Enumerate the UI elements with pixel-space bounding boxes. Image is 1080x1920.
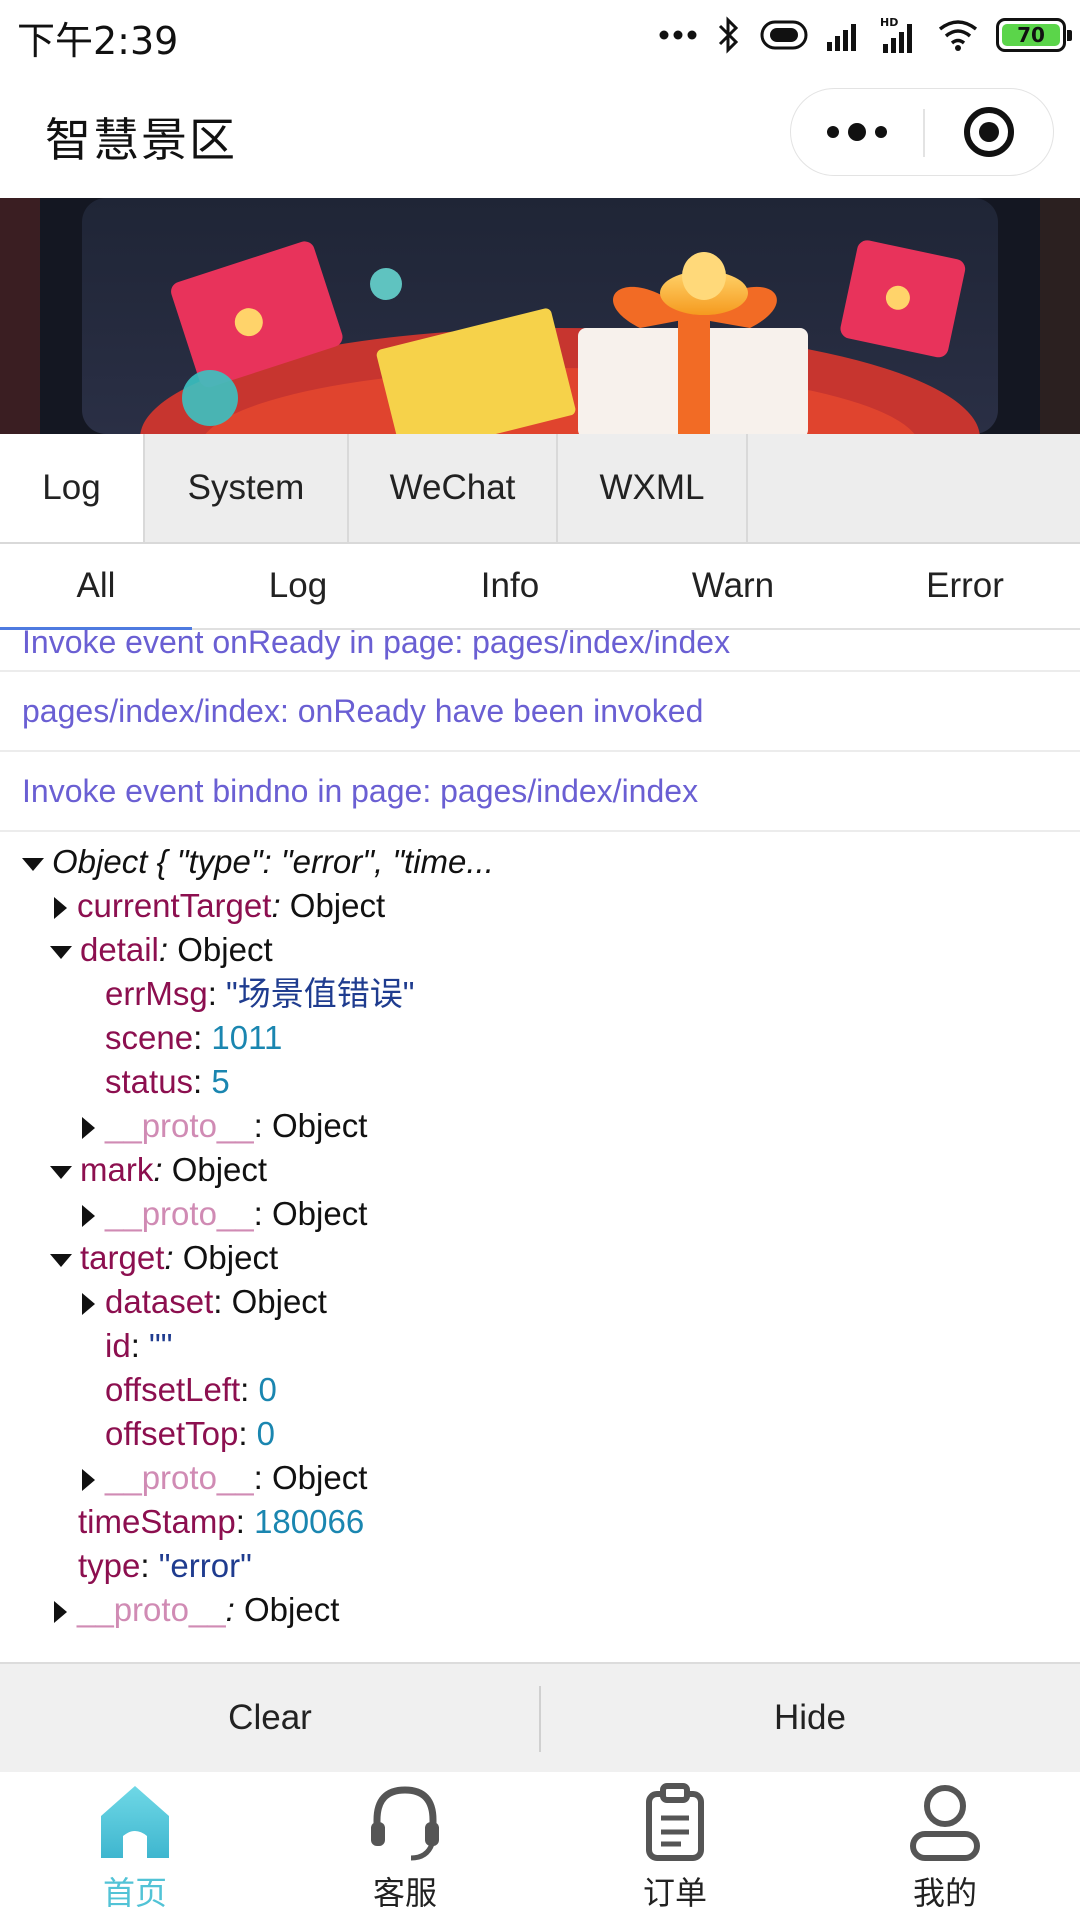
tab-log[interactable]: Log — [0, 434, 145, 542]
collapse-arrow-icon — [82, 1205, 95, 1228]
battery-level: 70 — [1002, 23, 1060, 47]
tree-leaf-scene: scene: 1011 — [105, 1019, 283, 1056]
subtab-log[interactable]: Log — [192, 544, 404, 628]
svg-text:HD: HD — [880, 16, 898, 29]
collapse-arrow-icon — [82, 1469, 95, 1492]
more-button[interactable] — [791, 89, 923, 175]
expand-arrow-icon — [50, 945, 72, 959]
tree-node-proto[interactable]: __proto__: Object — [78, 1104, 367, 1148]
hide-button[interactable]: Hide — [540, 1664, 1080, 1772]
collapse-arrow-icon — [54, 897, 67, 920]
clipboard-icon — [646, 1783, 704, 1861]
tabbar-label: 我的 — [912, 1874, 977, 1912]
tree-leaf-timeStamp: timeStamp: 180066 — [78, 1503, 365, 1540]
target-close-icon — [964, 107, 1014, 157]
tabbar-item-home[interactable]: 首页 — [0, 1772, 270, 1920]
collapse-arrow-icon — [82, 1293, 95, 1316]
tab-wxml[interactable]: WXML — [558, 434, 748, 542]
bottom-tab-bar: 首页 客服 订单 我的 — [0, 1772, 1080, 1920]
signal-hd-icon: HD — [880, 16, 912, 53]
collapse-arrow-icon — [82, 1117, 95, 1140]
home-icon — [101, 1786, 169, 1858]
vconsole-toolbar: Clear Hide — [0, 1662, 1080, 1772]
red-envelope-gift-banner — [0, 198, 1080, 434]
tree-root[interactable]: Object { "type": "error", "time... — [22, 840, 494, 884]
status-icons: HD 70 — [658, 12, 1072, 58]
tree-leaf-type: type: "error" — [78, 1547, 252, 1584]
tabbar-item-mine[interactable]: 我的 — [810, 1772, 1080, 1920]
clear-button[interactable]: Clear — [0, 1664, 540, 1772]
tree-node-detail[interactable]: detail: Object — [50, 928, 273, 972]
vconsole-log-panel[interactable]: Invoke event onReady in page: pages/inde… — [0, 630, 1080, 1662]
tree-leaf-status: status: 5 — [105, 1063, 230, 1100]
more-dots-icon — [827, 126, 839, 138]
expand-arrow-icon — [50, 1165, 72, 1179]
tree-node-proto[interactable]: __proto__: Object — [78, 1456, 367, 1500]
tab-wechat[interactable]: WeChat — [349, 434, 558, 542]
dots-icon — [659, 30, 697, 40]
status-bar: 下午2:39 HD 70 — [0, 0, 1080, 70]
tabbar-label: 订单 — [642, 1874, 707, 1912]
tab-system[interactable]: System — [145, 434, 349, 542]
battery-icon: 70 — [996, 18, 1072, 52]
vibrate-icon — [760, 20, 808, 50]
object-summary: Object { "type": "error", "time... — [52, 843, 494, 880]
subtab-info[interactable]: Info — [404, 544, 616, 628]
banner-carousel[interactable] — [0, 198, 1080, 434]
subtab-warn[interactable]: Warn — [616, 544, 850, 628]
tree-node-proto[interactable]: __proto__: Object — [78, 1192, 367, 1236]
tree-node-mark[interactable]: mark: Object — [50, 1148, 267, 1192]
menu-capsule — [790, 88, 1054, 176]
tree-node-target[interactable]: target: Object — [50, 1236, 278, 1280]
log-line: Invoke event bindno in page: pages/index… — [0, 752, 1080, 832]
expand-arrow-icon — [50, 1253, 72, 1267]
headset-icon — [371, 1786, 439, 1861]
tabbar-item-orders[interactable]: 订单 — [540, 1772, 810, 1920]
tabbar-label: 客服 — [372, 1874, 437, 1912]
tree-leaf-id: id: "" — [105, 1327, 173, 1364]
collapse-arrow-icon — [54, 1601, 67, 1624]
vconsole-tabs: Log System WeChat WXML — [0, 434, 1080, 544]
tree-node-dataset[interactable]: dataset: Object — [78, 1280, 327, 1324]
tree-leaf-offsetTop: offsetTop: 0 — [105, 1415, 276, 1452]
close-button[interactable] — [923, 89, 1055, 175]
vconsole-subtabs: All Log Info Warn Error — [0, 544, 1080, 630]
bluetooth-icon — [718, 16, 739, 54]
user-icon — [910, 1785, 980, 1861]
expand-arrow-icon — [22, 857, 44, 871]
tabbar-label: 首页 — [102, 1874, 167, 1912]
tabbar-item-service[interactable]: 客服 — [270, 1772, 540, 1920]
signal-icon — [827, 24, 856, 51]
wifi-icon — [938, 20, 978, 51]
log-line: pages/index/index: onReady have been inv… — [0, 672, 1080, 752]
subtab-error[interactable]: Error — [850, 544, 1080, 628]
log-line: Invoke event onReady in page: pages/inde… — [0, 630, 1080, 672]
tree-node-proto[interactable]: __proto__: Object — [50, 1588, 339, 1632]
nav-bar: 智慧景区 — [0, 70, 1080, 198]
subtab-all[interactable]: All — [0, 544, 192, 630]
page-title: 智慧景区 — [45, 113, 237, 167]
tree-node-currentTarget[interactable]: currentTarget: Object — [50, 884, 385, 928]
tree-leaf-offsetLeft: offsetLeft: 0 — [105, 1371, 277, 1408]
tree-leaf-errMsg: errMsg: "场景值错误" — [105, 975, 415, 1012]
status-time: 下午2:39 — [17, 19, 179, 63]
